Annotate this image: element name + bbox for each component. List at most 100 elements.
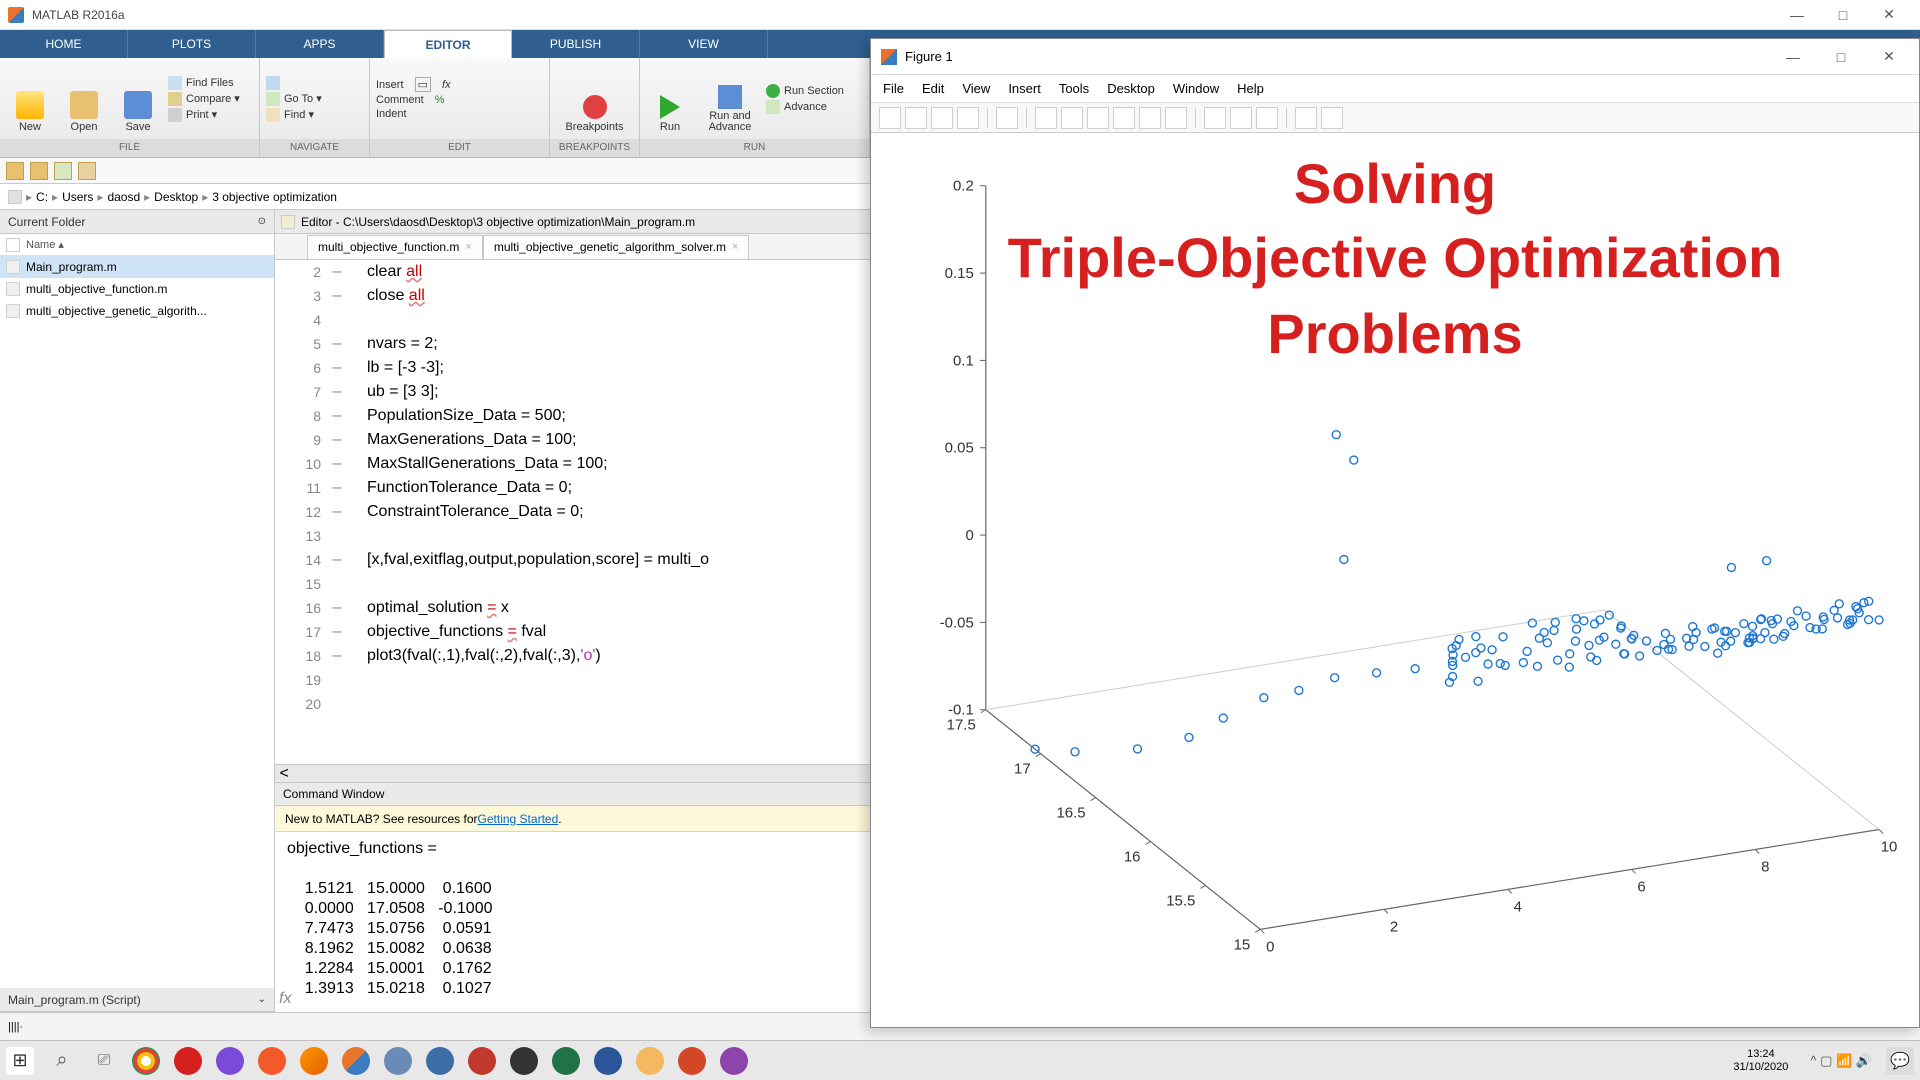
fig-hide-icon[interactable] xyxy=(1295,107,1317,129)
system-tray[interactable]: ^ ▢ 📶 🔊 xyxy=(1810,1053,1872,1069)
run-button[interactable]: Run xyxy=(646,62,694,135)
taskbar-app-icon[interactable] xyxy=(468,1047,496,1075)
window-minimize-button[interactable]: — xyxy=(1774,0,1820,30)
print-button[interactable]: Print ▾ xyxy=(168,108,240,122)
tab-plots[interactable]: PLOTS xyxy=(128,30,256,58)
file-item[interactable]: Main_program.m xyxy=(0,256,274,278)
figure-titlebar[interactable]: Figure 1 — □ ✕ xyxy=(871,39,1919,75)
tab-view[interactable]: VIEW xyxy=(640,30,768,58)
tab-publish[interactable]: PUBLISH xyxy=(512,30,640,58)
figure-canvas[interactable]: Solving Triple-Objective Optimization Pr… xyxy=(871,133,1919,1027)
taskbar-obs-icon[interactable] xyxy=(510,1047,538,1075)
menu-desktop[interactable]: Desktop xyxy=(1107,81,1155,96)
menu-help[interactable]: Help xyxy=(1237,81,1264,96)
taskbar-ppt-icon[interactable] xyxy=(678,1047,706,1075)
figure-close-button[interactable]: ✕ xyxy=(1869,48,1909,65)
panel-collapse-icon[interactable]: ⊙ xyxy=(258,216,266,227)
find-button[interactable]: Find ▾ xyxy=(266,108,322,122)
run-advance-label: Run and Advance xyxy=(709,111,752,133)
taskbar-app-icon[interactable] xyxy=(426,1047,454,1075)
tab-apps[interactable]: APPS xyxy=(256,30,384,58)
qa-fwd-button[interactable] xyxy=(30,162,48,180)
open-button[interactable]: Open xyxy=(60,62,108,135)
addr-part[interactable]: 3 objective optimization xyxy=(212,190,337,204)
taskbar-app-icon[interactable] xyxy=(720,1047,748,1075)
fig-link-icon[interactable] xyxy=(1204,107,1226,129)
taskbar-app-icon[interactable] xyxy=(216,1047,244,1075)
run-section-button[interactable]: Run Section xyxy=(766,84,844,98)
window-maximize-button[interactable]: □ xyxy=(1820,0,1866,30)
advance-button[interactable]: Advance xyxy=(766,100,844,114)
taskbar-paint-icon[interactable] xyxy=(636,1047,664,1075)
addr-drive[interactable]: C: xyxy=(36,190,48,204)
current-folder-header[interactable]: Current Folder⊙ xyxy=(0,210,274,234)
fig-dock-icon[interactable] xyxy=(1321,107,1343,129)
find-files-button[interactable]: Find Files xyxy=(168,76,240,90)
goto-button[interactable]: Go To ▾ xyxy=(266,92,322,106)
task-view-button[interactable] xyxy=(90,1047,118,1075)
fig-colorbar-icon[interactable] xyxy=(1230,107,1252,129)
menu-tools[interactable]: Tools xyxy=(1059,81,1089,96)
fig-open-icon[interactable] xyxy=(905,107,927,129)
window-close-button[interactable]: ✕ xyxy=(1866,0,1912,30)
file-item[interactable]: multi_objective_function.m xyxy=(0,278,274,300)
fig-brush-icon[interactable] xyxy=(1165,107,1187,129)
breakpoints-button[interactable]: Breakpoints xyxy=(571,62,619,135)
nav-back-button[interactable] xyxy=(266,76,322,90)
taskbar-chrome-icon[interactable] xyxy=(132,1047,160,1075)
taskbar-record-icon[interactable] xyxy=(174,1047,202,1075)
figure-window[interactable]: Figure 1 — □ ✕ File Edit View Insert Too… xyxy=(870,38,1920,1028)
tab-close-icon[interactable]: × xyxy=(732,241,738,253)
fig-pan-icon[interactable] xyxy=(1087,107,1109,129)
tab-editor[interactable]: EDITOR xyxy=(384,30,512,58)
taskbar-app-icon[interactable] xyxy=(384,1047,412,1075)
tab-close-icon[interactable]: × xyxy=(465,241,471,253)
save-button[interactable]: Save xyxy=(114,62,162,135)
getting-started-link[interactable]: Getting Started xyxy=(478,812,559,826)
file-list-header[interactable]: Name ▴ xyxy=(0,234,274,256)
fig-zoomin-icon[interactable] xyxy=(1035,107,1057,129)
fig-datatip-icon[interactable] xyxy=(1139,107,1161,129)
details-expand-icon[interactable]: ⌄ xyxy=(258,994,266,1005)
menu-view[interactable]: View xyxy=(962,81,990,96)
fig-print-icon[interactable] xyxy=(957,107,979,129)
start-button[interactable] xyxy=(6,1047,34,1075)
fig-pointer-icon[interactable] xyxy=(996,107,1018,129)
notifications-button[interactable]: 💬 xyxy=(1886,1047,1914,1075)
fig-zoomout-icon[interactable] xyxy=(1061,107,1083,129)
fig-save-icon[interactable] xyxy=(931,107,953,129)
new-button[interactable]: New xyxy=(6,62,54,135)
menu-insert[interactable]: Insert xyxy=(1008,81,1041,96)
qa-back-button[interactable] xyxy=(6,162,24,180)
qa-browse-button[interactable] xyxy=(78,162,96,180)
taskbar-excel-icon[interactable] xyxy=(552,1047,580,1075)
fig-rotate-icon[interactable] xyxy=(1113,107,1135,129)
insert-button[interactable]: Insert ▭ fx xyxy=(376,77,451,92)
tab-home[interactable]: HOME xyxy=(0,30,128,58)
taskbar-brave-icon[interactable] xyxy=(258,1047,286,1075)
taskbar-word-icon[interactable] xyxy=(594,1047,622,1075)
taskbar-search-button[interactable] xyxy=(48,1047,76,1075)
addr-part[interactable]: Users xyxy=(62,190,93,204)
editor-tab[interactable]: multi_objective_function.m× xyxy=(307,235,483,259)
compare-button[interactable]: Compare ▾ xyxy=(168,92,240,106)
taskbar-clock[interactable]: 13:24 31/10/2020 xyxy=(1733,1048,1796,1074)
fig-legend-icon[interactable] xyxy=(1256,107,1278,129)
details-header[interactable]: Main_program.m (Script)⌄ xyxy=(0,988,274,1012)
addr-part[interactable]: Desktop xyxy=(154,190,198,204)
menu-window[interactable]: Window xyxy=(1173,81,1219,96)
addr-part[interactable]: daosd xyxy=(107,190,140,204)
figure-maximize-button[interactable]: □ xyxy=(1821,49,1861,65)
figure-minimize-button[interactable]: — xyxy=(1773,49,1813,65)
comment-button[interactable]: Comment % xyxy=(376,94,451,106)
file-item[interactable]: multi_objective_genetic_algorith... xyxy=(0,300,274,322)
fig-new-icon[interactable] xyxy=(879,107,901,129)
editor-tab[interactable]: multi_objective_genetic_algorithm_solver… xyxy=(483,235,750,259)
menu-edit[interactable]: Edit xyxy=(922,81,944,96)
menu-file[interactable]: File xyxy=(883,81,904,96)
run-advance-button[interactable]: Run and Advance xyxy=(700,62,760,135)
taskbar-firefox-icon[interactable] xyxy=(300,1047,328,1075)
indent-button[interactable]: Indent xyxy=(376,108,451,120)
taskbar-matlab-icon[interactable] xyxy=(342,1047,370,1075)
qa-up-button[interactable] xyxy=(54,162,72,180)
